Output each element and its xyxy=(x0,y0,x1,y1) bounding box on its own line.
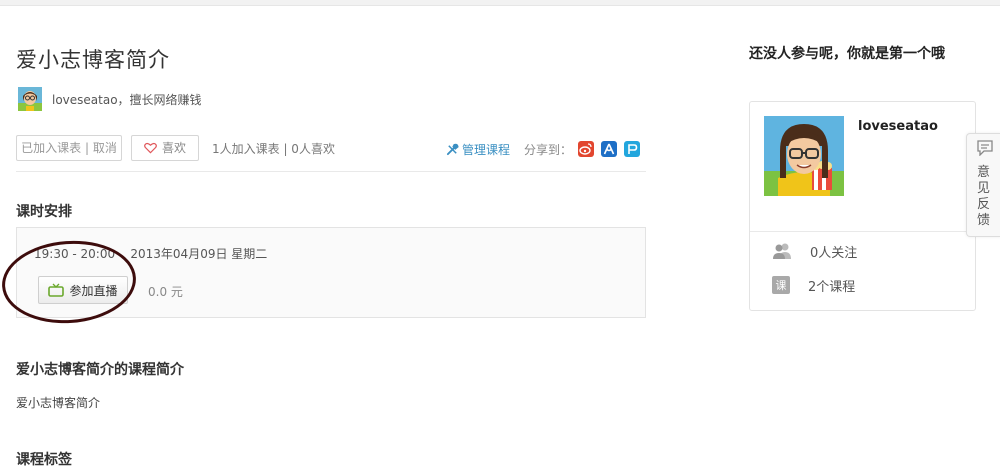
schedule-heading: 课时安排 xyxy=(16,204,72,220)
courses-count: 2个课程 xyxy=(808,279,856,295)
course-icon: 课 xyxy=(772,276,790,294)
teacher-name-large[interactable]: loveseatao xyxy=(858,119,938,134)
followers-row: 0人关注 xyxy=(772,241,857,261)
sidebar-title: 还没人参与呢，你就是第一个哦 xyxy=(749,46,945,62)
course-actions: 已加入课表 | 取消 喜欢 1人加入课表 | 0人喜欢 管理课程 分享到： xyxy=(16,135,646,163)
teacher-avatar-large[interactable] xyxy=(764,116,844,196)
weibo-icon[interactable] xyxy=(578,141,594,157)
manage-course-link[interactable]: 管理课程 xyxy=(446,141,510,158)
profile-divider xyxy=(750,231,975,232)
intro-heading: 爱小志博客简介的课程简介 xyxy=(16,362,184,378)
pengyou-icon[interactable] xyxy=(624,141,640,157)
share-label: 分享到： xyxy=(524,143,573,157)
teacher-info: loveseatao，擅长网络赚钱 xyxy=(18,86,202,112)
manage-course-label: 管理课程 xyxy=(462,143,511,157)
joined-cancel-button[interactable]: 已加入课表 | 取消 xyxy=(16,135,122,161)
divider xyxy=(16,171,646,172)
like-label: 喜欢 xyxy=(161,141,186,155)
feedback-label: 意见反馈 xyxy=(977,165,991,228)
course-title: 爱小志博客简介 xyxy=(16,48,170,72)
users-icon xyxy=(772,241,792,261)
wrench-icon xyxy=(446,143,459,156)
tags-heading: 课程标签 xyxy=(16,452,72,468)
main-content: 爱小志博客简介 loveseatao，擅长网络赚钱 已加入课表 | 取消 喜欢 … xyxy=(16,0,646,475)
course-stats: 1人加入课表 | 0人喜欢 xyxy=(212,142,335,156)
renren-icon[interactable] xyxy=(601,141,617,157)
teacher-name: loveseatao，擅长网络赚钱 xyxy=(52,92,202,107)
heart-icon xyxy=(144,142,157,154)
feedback-tab[interactable]: 意见反馈 xyxy=(966,133,1000,237)
followers-count: 0人关注 xyxy=(810,245,858,261)
intro-text: 爱小志博客简介 xyxy=(16,396,101,410)
comment-icon xyxy=(977,140,993,156)
like-button[interactable]: 喜欢 xyxy=(131,135,199,161)
teacher-avatar[interactable] xyxy=(18,87,42,111)
courses-row: 课 2个课程 xyxy=(772,275,855,295)
price: 0.0 元 xyxy=(148,285,183,299)
teacher-profile-card: loveseatao 0人关注 课 2个课程 xyxy=(749,101,976,311)
